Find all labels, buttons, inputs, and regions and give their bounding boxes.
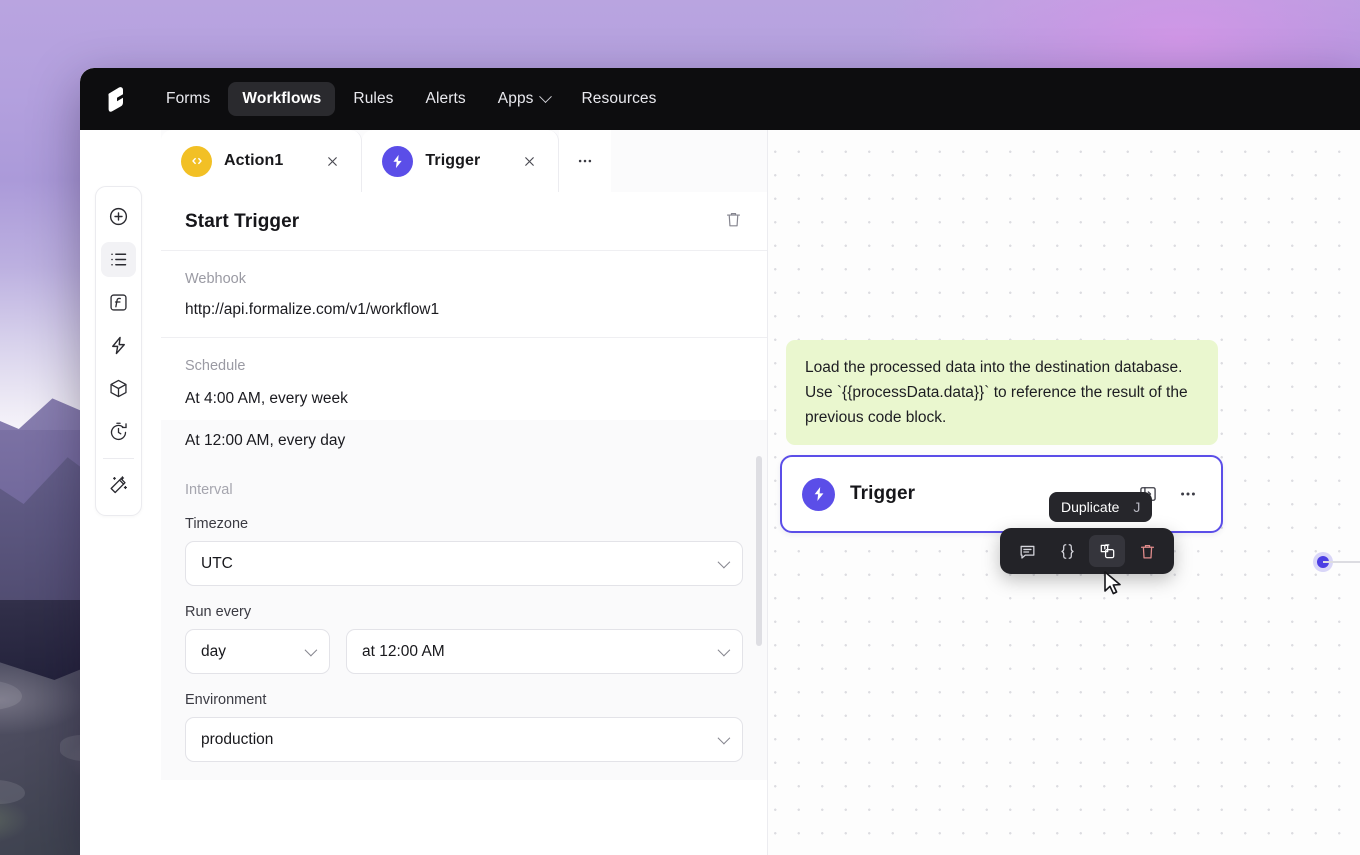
duplicate-button[interactable] xyxy=(1089,535,1125,567)
tab-action1[interactable]: Action1 xyxy=(161,130,363,192)
close-icon[interactable] xyxy=(321,150,343,172)
tooltip-shortcut: J xyxy=(1133,499,1141,515)
add-comment-button[interactable] xyxy=(1009,535,1045,567)
rail-button-triggers[interactable] xyxy=(101,328,136,363)
page-title: Start Trigger xyxy=(185,211,300,232)
nav-item-forms[interactable]: Forms xyxy=(152,82,224,116)
rail-button-packages[interactable] xyxy=(101,371,136,406)
schedule-row[interactable]: At 12:00 AM, every day xyxy=(161,420,767,462)
trash-icon[interactable] xyxy=(724,210,743,234)
tab-trigger[interactable]: Trigger xyxy=(362,130,560,192)
app-window: Forms Workflows Rules Alerts Apps Resour… xyxy=(80,68,1360,855)
tab-label: Trigger xyxy=(425,152,481,169)
lightning-bolt-icon xyxy=(382,145,414,177)
run-every-unit-value: day xyxy=(201,642,226,660)
nav-item-alerts[interactable]: Alerts xyxy=(412,82,480,116)
canvas-note-text: Load the processed data into the destina… xyxy=(805,359,1188,426)
variables-button[interactable] xyxy=(1049,535,1085,567)
tab-label: Action1 xyxy=(224,152,284,169)
schedule-label: Schedule xyxy=(185,358,246,374)
nav-item-workflows[interactable]: Workflows xyxy=(228,82,336,116)
nav-item-resources[interactable]: Resources xyxy=(568,82,671,116)
node-context-toolbar xyxy=(1000,528,1174,574)
run-every-unit-select[interactable]: day xyxy=(185,629,330,674)
workflow-edge xyxy=(1323,561,1360,563)
inspector-scroll-area: Webhook http://api.formalize.com/v1/work… xyxy=(161,251,767,855)
environment-value: production xyxy=(201,730,274,748)
tooltip-label: Duplicate xyxy=(1061,499,1120,515)
nav-item-rules[interactable]: Rules xyxy=(339,82,407,116)
nav-item-apps[interactable]: Apps xyxy=(484,82,564,116)
run-every-time-select[interactable]: at 12:00 AM xyxy=(346,629,743,674)
rail-divider xyxy=(103,458,134,459)
code-brackets-icon xyxy=(181,145,212,177)
chevron-down-icon xyxy=(717,643,731,657)
workflow-node-trigger[interactable]: Trigger xyxy=(780,455,1223,533)
schedule-row-text: At 4:00 AM, every week xyxy=(185,390,348,407)
timezone-label: Timezone xyxy=(185,516,249,532)
rail-button-ai-assist[interactable] xyxy=(101,468,136,503)
wallpaper-rock xyxy=(0,680,22,710)
rail-button-functions[interactable] xyxy=(101,285,136,320)
canvas-note[interactable]: Load the processed data into the destina… xyxy=(786,340,1218,445)
rail-button-run-history[interactable] xyxy=(101,414,136,449)
webhook-section: Webhook http://api.formalize.com/v1/work… xyxy=(161,251,767,338)
run-every-label: Run every xyxy=(185,604,252,620)
schedule-row[interactable]: At 4:00 AM, every week xyxy=(161,378,767,420)
ellipsis-icon[interactable] xyxy=(559,130,612,192)
top-navigation-bar: Forms Workflows Rules Alerts Apps Resour… xyxy=(80,68,1360,130)
interval-section: Interval Timezone UTC Run every day at 1… xyxy=(161,462,767,780)
interval-label: Interval xyxy=(185,482,233,498)
duplicate-tooltip: Duplicate J xyxy=(1049,492,1153,522)
nav-item-label: Rules xyxy=(353,90,394,107)
close-icon[interactable] xyxy=(518,150,540,172)
chevron-down-icon xyxy=(717,731,731,745)
webhook-label: Webhook xyxy=(185,271,246,287)
work-area: Action1 Trigger Start Trigger Webhook ht… xyxy=(80,130,1360,855)
timezone-select[interactable]: UTC xyxy=(185,541,743,586)
chevron-down-icon xyxy=(538,89,552,103)
tab-strip: Action1 Trigger xyxy=(161,130,767,192)
formalize-logo[interactable] xyxy=(100,82,134,116)
nav-item-label: Workflows xyxy=(242,90,322,107)
schedule-section-label-wrap: Schedule xyxy=(161,338,767,378)
run-every-time-value: at 12:00 AM xyxy=(362,642,445,660)
environment-label: Environment xyxy=(185,692,267,708)
chevron-down-icon xyxy=(304,643,318,657)
delete-button[interactable] xyxy=(1129,535,1165,567)
wallpaper-rock xyxy=(0,780,25,804)
rail-button-add-node[interactable] xyxy=(101,199,136,234)
nav-item-label: Resources xyxy=(581,90,657,107)
lightning-bolt-icon xyxy=(802,477,835,511)
rail-button-blocks-list[interactable] xyxy=(101,242,136,277)
tool-rail xyxy=(95,186,142,516)
run-every-row: day at 12:00 AM xyxy=(185,629,743,674)
inspector-scrollbar[interactable] xyxy=(756,456,762,646)
schedule-row-text: At 12:00 AM, every day xyxy=(185,432,346,449)
timezone-value: UTC xyxy=(201,554,233,572)
nav-item-label: Apps xyxy=(497,90,534,107)
chevron-down-icon xyxy=(717,555,731,569)
inspector-panel: Action1 Trigger Start Trigger Webhook ht… xyxy=(161,130,768,855)
ellipsis-icon[interactable] xyxy=(1173,479,1203,509)
mouse-pointer-icon xyxy=(1104,571,1121,595)
environment-select[interactable]: production xyxy=(185,717,743,762)
nav-item-label: Forms xyxy=(166,90,211,107)
workflow-canvas[interactable]: Load the processed data into the destina… xyxy=(687,130,1360,855)
webhook-url[interactable]: http://api.formalize.com/v1/workflow1 xyxy=(185,301,743,319)
inspector-header: Start Trigger xyxy=(161,192,767,251)
nav-item-label: Alerts xyxy=(425,90,466,107)
